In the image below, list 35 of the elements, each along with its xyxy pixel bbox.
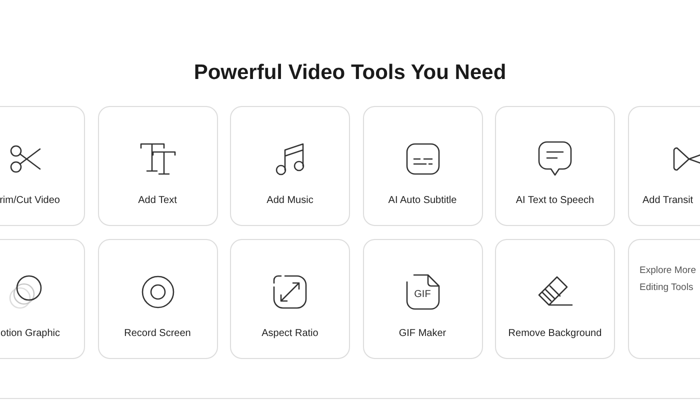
tool-label: otion Graphic — [0, 328, 60, 339]
tool-label: GIF Maker — [398, 328, 446, 339]
tool-card[interactable]: AI Auto Subtitle — [362, 106, 482, 226]
explore-more-text: Explore More — [640, 265, 696, 276]
record-icon — [140, 275, 174, 309]
scissors-icon — [9, 144, 41, 174]
text-icon — [140, 143, 176, 175]
music-note-icon — [275, 142, 305, 176]
tool-card[interactable]: otion Graphic — [0, 239, 85, 359]
resize-arrows-icon — [273, 275, 307, 309]
tool-label: Add Text — [138, 195, 177, 206]
tool-label: Add Transit — [642, 195, 694, 206]
tool-card[interactable]: rim/Cut Video — [0, 106, 85, 226]
explore-more-text: Editing Tools — [640, 282, 694, 293]
tool-label: rim/Cut Video — [0, 195, 60, 206]
explore-more-card[interactable]: Explore More Editing Tools — [628, 239, 700, 359]
tool-card[interactable]: AI Text to Speech — [495, 106, 615, 226]
tool-label: AI Auto Subtitle — [388, 195, 457, 206]
tool-card[interactable]: Add Music — [230, 106, 350, 226]
tool-card[interactable]: Add Transit — [628, 106, 700, 226]
tool-label: Remove Background — [508, 328, 602, 339]
tool-card[interactable]: Record Screen — [98, 239, 218, 359]
section-heading: Powerful Video Tools You Need — [192, 60, 508, 86]
tool-card[interactable]: Add Text — [98, 106, 218, 226]
circles-icon — [8, 274, 42, 310]
tool-card[interactable]: GIF GIF Maker — [362, 239, 482, 359]
speech-bubble-icon — [538, 141, 572, 177]
tool-label: AI Text to Speech — [516, 195, 594, 206]
tool-card[interactable]: Aspect Ratio — [230, 239, 350, 359]
tool-label: Aspect Ratio — [262, 328, 318, 339]
tool-card[interactable]: Remove Background — [495, 239, 615, 359]
tool-label: Add Music — [266, 195, 314, 206]
subtitle-icon — [406, 143, 440, 175]
tool-label: Record Screen — [124, 328, 191, 339]
transition-icon — [672, 146, 700, 172]
